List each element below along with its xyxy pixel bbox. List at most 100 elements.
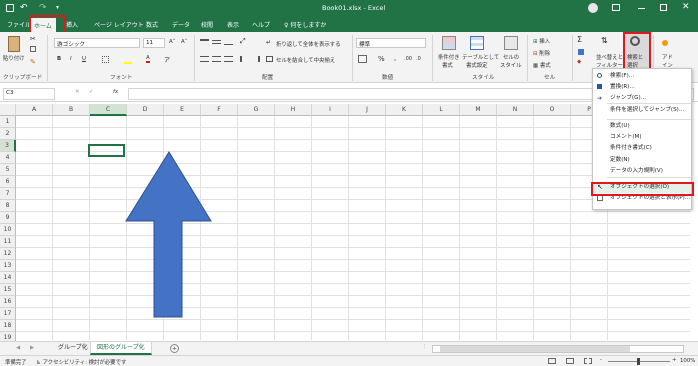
increase-decimal-icon[interactable]: .00 (404, 56, 412, 62)
column-header-m[interactable]: M (460, 104, 497, 116)
row-header-2[interactable]: 2 (0, 128, 16, 140)
tab-file[interactable]: ファイル (7, 20, 31, 29)
undo-icon[interactable]: ↶ (20, 3, 28, 13)
format-as-table-icon[interactable] (470, 36, 484, 50)
underline-icon[interactable]: U (82, 56, 86, 62)
column-header-o[interactable]: O (534, 104, 571, 116)
close-icon[interactable]: ✕ (682, 2, 690, 12)
horizontal-scroll-thumb[interactable] (440, 346, 630, 352)
accounting-format-icon[interactable] (358, 55, 367, 63)
tab-review[interactable]: 校閲 (201, 20, 213, 29)
percent-style-icon[interactable]: % (378, 55, 385, 63)
conditional-format-icon[interactable] (442, 36, 456, 50)
fill-down-icon[interactable] (578, 49, 584, 55)
active-cell[interactable] (88, 144, 125, 157)
tab-page-layout[interactable]: ページ レイアウト (94, 20, 144, 29)
row-header-16[interactable]: 16 (0, 296, 16, 308)
column-header-d[interactable]: D (127, 104, 164, 116)
row-header-3[interactable]: 3 (0, 140, 16, 152)
minimize-icon[interactable] (638, 8, 645, 9)
align-top-icon[interactable] (200, 39, 209, 41)
tab-formulas[interactable]: 数式 (146, 20, 158, 29)
cut-icon[interactable]: ✂ (30, 35, 36, 43)
ribbon-display-options-icon[interactable] (612, 4, 620, 11)
wrap-text-icon[interactable]: ↵ (266, 39, 271, 46)
row-header-7[interactable]: 7 (0, 188, 16, 200)
italic-icon[interactable]: I (70, 56, 72, 62)
format-cells-button[interactable]: ▦ 書式 (533, 61, 551, 69)
account-avatar-icon[interactable] (588, 3, 598, 13)
confirm-entry-icon[interactable]: ✓ (89, 89, 94, 95)
align-right-icon[interactable] (224, 56, 233, 62)
up-arrow-shape[interactable] (124, 150, 214, 320)
merge-center-icon[interactable] (266, 56, 273, 62)
row-header-4[interactable]: 4 (0, 152, 16, 164)
column-header-k[interactable]: K (386, 104, 423, 116)
cell-styles-label2[interactable]: スタイル (500, 61, 522, 69)
copy-icon[interactable] (30, 46, 36, 52)
maximize-icon[interactable] (660, 4, 667, 11)
menu-item-7[interactable]: 定数(N) (593, 155, 691, 166)
conditional-format-label1[interactable]: 条件付き (438, 53, 460, 61)
sheet-tab-grouping[interactable]: グループ化 (52, 342, 94, 355)
orientation-icon[interactable]: ⤢ (240, 37, 246, 46)
paste-icon[interactable] (8, 36, 20, 52)
menu-item-1[interactable]: 置換(R)... (593, 82, 691, 93)
border-icon[interactable] (102, 56, 109, 63)
insert-cells-button[interactable]: ⊞ 挿入 (533, 37, 550, 45)
column-header-g[interactable]: G (238, 104, 275, 116)
select-all-corner[interactable] (0, 104, 16, 116)
autosum-icon[interactable]: Σ (577, 35, 582, 44)
format-painter-icon[interactable]: ✎ (30, 58, 36, 66)
zoom-level[interactable]: 100% (680, 358, 695, 364)
zoom-slider-thumb[interactable] (637, 358, 640, 365)
page-layout-view-icon[interactable] (566, 358, 574, 364)
insert-function-icon[interactable]: fx (113, 89, 118, 95)
tab-data[interactable]: データ (172, 20, 190, 29)
customize-qat-icon[interactable]: ▾ (56, 4, 59, 11)
sheet-tab-shape-grouping[interactable]: 図形のグループ化 (90, 342, 152, 355)
add-sheet-icon[interactable]: + (170, 344, 179, 353)
row-header-15[interactable]: 15 (0, 284, 16, 296)
column-header-a[interactable]: A (16, 104, 53, 116)
worksheet-grid[interactable]: ABCDEFGHIJKLMNOP 1 2 3 4 5 6 7 8 9 10 11 12 13 14 15 16… (0, 104, 690, 344)
align-middle-icon[interactable] (212, 40, 221, 44)
column-header-e[interactable]: E (164, 104, 201, 116)
format-as-table-label2[interactable]: 書式設定 (466, 61, 488, 69)
menu-item-8[interactable]: データの入力規則(V) (593, 166, 691, 177)
delete-cells-button[interactable]: ⊟ 削除 (533, 49, 550, 57)
row-header-9[interactable]: 9 (0, 212, 16, 224)
conditional-format-label2[interactable]: 書式 (442, 61, 453, 69)
cell-styles-label1[interactable]: セルの (503, 53, 519, 61)
menu-item-0[interactable]: 検索(F)... (593, 71, 691, 82)
up-arrow-polygon[interactable] (125, 151, 212, 318)
redo-icon[interactable]: ↷ (39, 3, 47, 13)
comma-style-icon[interactable]: , (394, 54, 396, 62)
decrease-decimal-icon[interactable]: .0 (416, 56, 421, 62)
column-header-i[interactable]: I (312, 104, 349, 116)
excel-save-icon[interactable] (6, 4, 14, 12)
sort-filter-label1[interactable]: 並べ替えと (596, 53, 623, 61)
wrap-text-button[interactable]: 折り返して全体を表示する (276, 40, 341, 48)
font-color-icon[interactable]: A (146, 55, 150, 63)
row-header-17[interactable]: 17 (0, 308, 16, 320)
column-header-j[interactable]: J (349, 104, 386, 116)
font-grow-icon[interactable]: A˄ (169, 39, 175, 45)
fill-color-icon[interactable] (124, 55, 132, 64)
row-header-14[interactable]: 14 (0, 272, 16, 284)
column-header-f[interactable]: F (201, 104, 238, 116)
merge-center-button[interactable]: セルを結合して中央揃え (276, 56, 335, 64)
paste-button-label[interactable]: 貼り付け (3, 54, 25, 62)
row-header-18[interactable]: 18 (0, 320, 16, 332)
column-header-h[interactable]: H (275, 104, 312, 116)
column-header-c[interactable]: C (90, 104, 127, 116)
format-as-table-label1[interactable]: テーブルとして (462, 53, 499, 61)
row-header-12[interactable]: 12 (0, 248, 16, 260)
number-format-select[interactable]: 標準 (356, 38, 426, 48)
prev-sheet-icon[interactable]: ◀ (16, 345, 20, 351)
menu-item-3[interactable]: 条件を選択してジャンプ(S)... (593, 105, 691, 116)
column-header-l[interactable]: L (423, 104, 460, 116)
menu-item-5[interactable]: コメント(M) (593, 132, 691, 143)
row-header-5[interactable]: 5 (0, 164, 16, 176)
zoom-in-button[interactable]: + (672, 357, 677, 363)
